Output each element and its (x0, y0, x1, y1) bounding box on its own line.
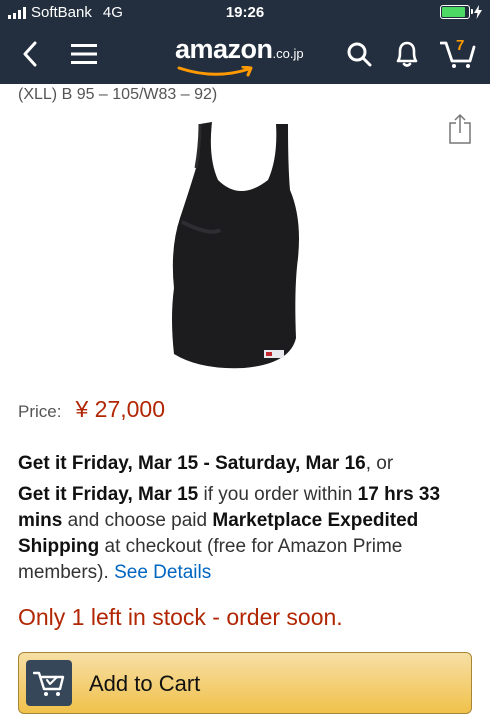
product-image[interactable] (160, 118, 332, 374)
delivery-line-2: Get it Friday, Mar 15 if you order withi… (18, 482, 468, 586)
delivery-text-1: if you order within (198, 484, 358, 505)
status-bar: SoftBank 4G 19:26 (0, 0, 490, 26)
back-button[interactable] (12, 36, 48, 72)
nav-bar: amazon.co.jp 7 (0, 26, 490, 84)
menu-icon (71, 44, 97, 64)
menu-button[interactable] (66, 36, 102, 72)
cart-count: 7 (456, 37, 465, 54)
logo-word: amazon (175, 34, 273, 64)
delivery-line-1: Get it Friday, Mar 15 - Saturday, Mar 16… (18, 450, 468, 478)
add-to-cart-button[interactable]: Add to Cart (18, 652, 472, 714)
search-button[interactable] (341, 36, 377, 72)
logo-tld: .co.jp (272, 46, 304, 61)
logo-smile-icon (177, 66, 253, 77)
battery-icon (440, 5, 473, 19)
search-icon (347, 42, 372, 67)
delivery-or: , or (365, 453, 394, 474)
delivery-range: Get it Friday, Mar 15 - Saturday, Mar 16 (18, 453, 366, 474)
amazon-logo[interactable]: amazon.co.jp (175, 34, 304, 77)
delivery-date: Get it Friday, Mar 15 (18, 484, 199, 505)
status-right (440, 5, 482, 19)
stock-message: Only 1 left in stock - order soon. (18, 604, 343, 630)
see-details-link[interactable]: See Details (114, 562, 211, 583)
share-icon[interactable] (448, 113, 472, 145)
price-value: ¥ 27,000 (75, 396, 165, 422)
delivery-text-2: and choose paid (62, 510, 213, 531)
cart-button[interactable]: 7 (438, 36, 478, 72)
add-to-cart-icon (33, 671, 65, 696)
price-row: Price: ¥ 27,000 (18, 396, 165, 423)
bell-icon (396, 41, 418, 67)
charging-bolt-icon (474, 5, 482, 19)
battery-level-fill (442, 7, 466, 17)
add-to-cart-icon-box (26, 660, 72, 706)
price-label: Price: (18, 402, 62, 421)
add-to-cart-label: Add to Cart (89, 671, 201, 696)
product-size-text: (XLL) B 95 – 105/W83 – 92) (18, 86, 218, 103)
back-chevron-icon (23, 41, 37, 67)
status-time: 19:26 (225, 4, 265, 21)
notifications-button[interactable] (389, 36, 425, 72)
